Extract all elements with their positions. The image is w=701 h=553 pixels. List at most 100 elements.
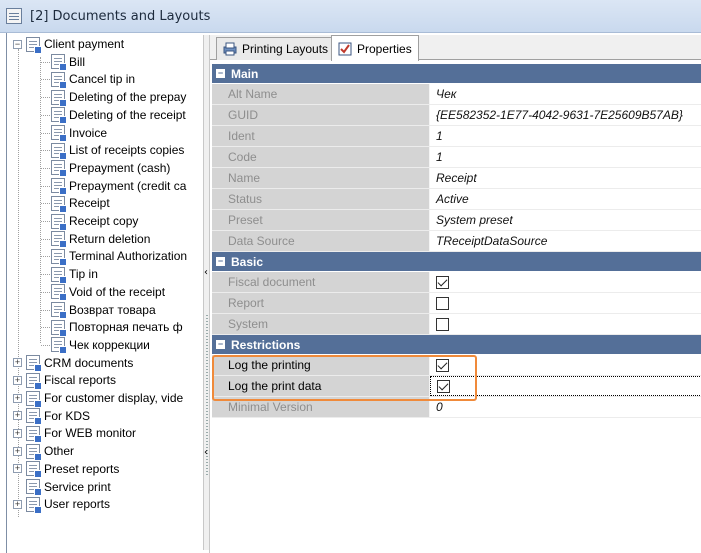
property-value[interactable]: {EE582352-1E77-4042-9631-7E25609B57AB} — [430, 105, 701, 125]
tree-item[interactable]: Void of the receipt — [51, 283, 165, 302]
expand-icon[interactable]: + — [13, 375, 22, 385]
tree-guide-line — [41, 221, 50, 222]
tree-item[interactable]: + For customer display, vide — [13, 389, 183, 408]
document-icon — [26, 408, 42, 426]
collapse-icon[interactable]: − — [216, 69, 225, 78]
property-row[interactable]: Log the printing — [212, 355, 701, 376]
document-icon — [51, 178, 67, 196]
tree-item[interactable]: Tip in — [51, 265, 98, 284]
tree-item[interactable]: Bill — [51, 53, 85, 72]
property-name: Fiscal document — [212, 272, 430, 292]
document-icon — [51, 54, 67, 72]
expand-icon[interactable]: + — [13, 411, 22, 421]
collapse-icon[interactable]: − — [13, 39, 22, 49]
expand-icon[interactable]: + — [13, 446, 22, 456]
property-row[interactable]: Minimal Version 0 — [212, 397, 701, 418]
category-basic[interactable]: − Basic — [212, 252, 701, 272]
property-row[interactable]: System — [212, 314, 701, 335]
document-icon — [26, 372, 42, 390]
checkbox[interactable] — [436, 275, 449, 289]
expand-icon[interactable]: + — [13, 393, 22, 403]
category-restrictions[interactable]: − Restrictions — [212, 335, 701, 355]
property-row[interactable]: Ident 1 — [212, 126, 701, 147]
property-name: Name — [212, 168, 430, 188]
property-row[interactable]: Report — [212, 293, 701, 314]
tree-item[interactable]: Prepayment (cash) — [51, 159, 170, 178]
property-row[interactable]: Alt Name Чек — [212, 84, 701, 105]
property-value[interactable]: TReceiptDataSource — [430, 231, 701, 251]
property-name: Log the printing — [212, 355, 430, 375]
window-title: [2] Documents and Layouts — [30, 8, 211, 24]
tree-item[interactable]: + For WEB monitor — [13, 424, 136, 443]
property-row[interactable]: Fiscal document — [212, 272, 701, 293]
collapse-icon[interactable]: − — [216, 257, 225, 266]
tree-item[interactable]: Terminal Authorization — [51, 247, 187, 266]
checkbox[interactable] — [436, 296, 449, 310]
property-row[interactable]: Name Receipt — [212, 168, 701, 189]
tree-guide-line — [41, 97, 50, 99]
property-value[interactable]: 1 — [430, 147, 701, 167]
window-titlebar: [2] Documents and Layouts — [0, 0, 701, 33]
tree-item[interactable]: Return deletion — [51, 230, 150, 249]
collapse-icon[interactable]: − — [216, 340, 225, 349]
property-value-cell — [430, 355, 701, 375]
tree-item-client-payment[interactable]: − Client payment — [13, 35, 124, 54]
expand-icon[interactable]: + — [13, 358, 22, 368]
tree-item[interactable]: Prepayment (credit ca — [51, 177, 186, 196]
property-row[interactable]: Preset System preset — [212, 210, 701, 231]
checkbox[interactable] — [436, 358, 449, 372]
tree-guide-line — [41, 79, 50, 81]
property-value[interactable]: Чек — [430, 84, 701, 104]
tree-item[interactable]: Deleting of the prepay — [51, 88, 187, 107]
property-value[interactable]: Receipt — [430, 168, 701, 188]
checkbox[interactable] — [437, 379, 450, 393]
category-main[interactable]: − Main — [212, 64, 701, 84]
tree-item[interactable]: List of receipts copies — [51, 141, 184, 160]
property-value-cell — [430, 272, 701, 292]
tree-item[interactable]: Invoice — [51, 124, 107, 142]
tree-item[interactable]: Возврат товара — [51, 301, 156, 319]
tree-item[interactable]: Чек коррекции — [51, 336, 150, 355]
expand-icon[interactable]: + — [13, 499, 22, 509]
tree-item[interactable]: + For KDS — [13, 407, 90, 426]
tree-item[interactable]: + Other — [13, 442, 74, 461]
tree-item[interactable]: Cancel tip in — [51, 70, 135, 89]
tree-item[interactable]: + Preset reports — [13, 460, 119, 479]
document-icon — [26, 461, 42, 479]
property-value-cell — [430, 293, 701, 313]
documents-tree[interactable]: − Client payment Bill Cancel tip in Deleti… — [13, 35, 203, 550]
checkbox[interactable] — [436, 317, 449, 331]
property-grid[interactable]: − Main Alt Name Чек GUID {EE582352-1E77-4042-… — [212, 64, 701, 418]
property-row[interactable]: Status Active — [212, 189, 701, 210]
expand-icon[interactable]: + — [13, 464, 22, 474]
property-value[interactable]: 0 — [430, 397, 701, 417]
document-icon — [51, 266, 67, 284]
property-value[interactable]: 1 — [430, 126, 701, 146]
tree-item[interactable]: Deleting of the receipt — [51, 106, 186, 125]
tree-item[interactable]: + Fiscal reports — [13, 371, 116, 390]
tree-item[interactable]: Повторная печать ф — [51, 318, 183, 337]
collapse-left-arrow-icon[interactable]: ‹ — [204, 267, 208, 278]
property-name: Log the print data — [212, 376, 430, 396]
property-value[interactable]: Active — [430, 189, 701, 209]
details-panel: Printing Layouts Properties − Main Alt Nam… — [209, 35, 701, 553]
property-row[interactable]: Code 1 — [212, 147, 701, 168]
collapse-left-arrow-icon[interactable]: ‹ — [204, 447, 208, 458]
property-value-cell — [430, 314, 701, 334]
document-icon — [51, 89, 67, 107]
property-row[interactable]: GUID {EE582352-1E77-4042-9631-7E25609B57A… — [212, 105, 701, 126]
expand-icon[interactable]: + — [13, 428, 22, 438]
tree-guide-line — [41, 61, 50, 63]
tree-item[interactable]: Receipt — [51, 194, 110, 213]
tree-item[interactable]: + User reports — [13, 495, 110, 514]
property-row[interactable]: Data Source TReceiptDataSource — [212, 231, 701, 252]
tree-item[interactable]: Service print — [13, 478, 111, 496]
document-icon — [51, 142, 67, 160]
tree-item-label: Deleting of the prepay — [69, 90, 187, 105]
property-row[interactable]: Log the print data — [212, 376, 701, 397]
tab-properties[interactable]: Properties — [331, 35, 419, 61]
tree-item[interactable]: Receipt copy — [51, 212, 138, 231]
tree-item[interactable]: + CRM documents — [13, 354, 133, 373]
tab-printing-layouts[interactable]: Printing Layouts — [216, 37, 336, 60]
property-value[interactable]: System preset — [430, 210, 701, 230]
